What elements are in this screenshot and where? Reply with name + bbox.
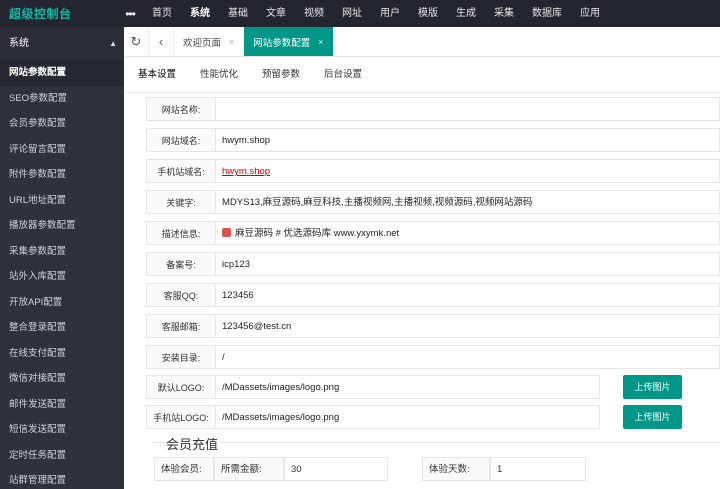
sidebar-item-wechat-config[interactable]: 微信对接配置 <box>0 366 124 392</box>
topnav-template[interactable]: 模版 <box>409 0 447 27</box>
topnav-basic[interactable]: 基础 <box>219 0 257 27</box>
back-icon[interactable]: ‹ <box>148 27 174 56</box>
form-row-site-domain: 网站域名: hwym.shop <box>146 128 720 152</box>
sidebar-item-login-config[interactable]: 整合登录配置 <box>0 315 124 341</box>
tab-admin-settings[interactable]: 后台设置 <box>312 57 374 92</box>
form-row-keywords: 关键字: MDYS13,麻豆源码,麻豆科技,主播视频网,主播视频,视频源码,视频… <box>146 190 720 214</box>
field-label: 关键字: <box>146 190 216 214</box>
trial-member-label: 体验会员: <box>154 457 214 481</box>
field-label: 手机站LOGO: <box>146 405 216 429</box>
install-dir-input[interactable]: / <box>216 345 720 369</box>
top-bar: 超级控制台 ••• 首页 系统 基础 文章 视频 网址 用户 模版 生成 采集 … <box>0 0 720 27</box>
sidebar-item-api-config[interactable]: 开放API配置 <box>0 290 124 316</box>
sidebar-group-label: 系统 <box>9 38 29 49</box>
sidebar: 系统 ▲ 网站参数配置 SEO参数配置 会员参数配置 评论留言配置 附件参数配置… <box>0 27 124 489</box>
more-menu-icon[interactable]: ••• <box>117 7 143 21</box>
trial-days-input[interactable]: 1 <box>490 457 586 481</box>
form-row-mobile-domain: 手机站域名: hwym.shop <box>146 159 720 183</box>
top-nav: 首页 系统 基础 文章 视频 网址 用户 模版 生成 采集 数据库 应用 <box>143 0 609 27</box>
tab-welcome[interactable]: 欢迎页面 × <box>174 27 245 56</box>
close-icon[interactable]: × <box>318 37 323 47</box>
sidebar-item-cron-config[interactable]: 定时任务配置 <box>0 443 124 469</box>
form-row-logo: 默认LOGO: /MDassets/images/logo.png 上传图片 <box>146 375 720 399</box>
field-label: 客服QQ: <box>146 283 216 307</box>
topnav-url[interactable]: 网址 <box>333 0 371 27</box>
emoji-icon <box>222 228 231 237</box>
sidebar-item-attachment-config[interactable]: 附件参数配置 <box>0 162 124 188</box>
field-label: 备案号: <box>146 252 216 276</box>
field-label: 客服邮箱: <box>146 314 216 338</box>
tab-performance[interactable]: 性能优化 <box>188 57 250 92</box>
sidebar-item-player-config[interactable]: 播放器参数配置 <box>0 213 124 239</box>
field-label: 网站域名: <box>146 128 216 152</box>
field-label: 描述信息: <box>146 221 216 245</box>
main-content: 基本设置 性能优化 预留参数 后台设置 网站名称: 网站域名: hwym.sho… <box>124 57 720 489</box>
tab-reserved-params[interactable]: 预留参数 <box>250 57 312 92</box>
form-row-email: 客服邮箱: 123456@test.cn <box>146 314 720 338</box>
upload-logo-button[interactable]: 上传图片 <box>623 375 682 399</box>
topnav-user[interactable]: 用户 <box>371 0 409 27</box>
sidebar-item-url-config[interactable]: URL地址配置 <box>0 188 124 214</box>
sidebar-item-site-config[interactable]: 网站参数配置 <box>0 60 124 86</box>
settings-tabs: 基本设置 性能优化 预留参数 后台设置 <box>124 57 720 93</box>
sidebar-item-member-config[interactable]: 会员参数配置 <box>0 111 124 137</box>
sidebar-item-seo-config[interactable]: SEO参数配置 <box>0 86 124 112</box>
sidebar-item-sitegroup-config[interactable]: 站群管理配置 <box>0 468 124 489</box>
form-row-qq: 客服QQ: 123456 <box>146 283 720 307</box>
sidebar-item-email-config[interactable]: 邮件发送配置 <box>0 392 124 418</box>
app-logo[interactable]: 超级控制台 <box>0 5 117 22</box>
refresh-icon[interactable]: ↻ <box>124 27 148 56</box>
tab-basic-settings[interactable]: 基本设置 <box>126 57 188 92</box>
sidebar-item-sms-config[interactable]: 短信发送配置 <box>0 417 124 443</box>
field-label: 默认LOGO: <box>146 375 216 399</box>
topnav-article[interactable]: 文章 <box>257 0 295 27</box>
form-row-description: 描述信息: 麻豆源码 # 优选源码库 www.yxymk.net <box>146 221 720 245</box>
field-label: 手机站域名: <box>146 159 216 183</box>
sidebar-item-import-config[interactable]: 站外入库配置 <box>0 264 124 290</box>
icp-input[interactable]: icp123 <box>216 252 720 276</box>
field-label: 安装目录: <box>146 345 216 369</box>
description-value: 麻豆源码 # 优选源码库 www.yxymk.net <box>235 228 400 239</box>
topnav-video[interactable]: 视频 <box>295 0 333 27</box>
topnav-apps[interactable]: 应用 <box>571 0 609 27</box>
close-icon[interactable]: × <box>229 37 234 47</box>
trial-days-label: 体验天数: <box>422 457 490 481</box>
topnav-home[interactable]: 首页 <box>143 0 181 27</box>
mobile-logo-input[interactable]: /MDassets/images/logo.png <box>216 405 600 429</box>
logo-input[interactable]: /MDassets/images/logo.png <box>216 375 600 399</box>
topnav-system[interactable]: 系统 <box>181 0 219 27</box>
topnav-database[interactable]: 数据库 <box>523 0 571 27</box>
form-row-icp: 备案号: icp123 <box>146 252 720 276</box>
description-input[interactable]: 麻豆源码 # 优选源码库 www.yxymk.net <box>216 221 720 245</box>
topnav-generate[interactable]: 生成 <box>447 0 485 27</box>
sidebar-item-collect-config[interactable]: 采集参数配置 <box>0 239 124 265</box>
site-domain-input[interactable]: hwym.shop <box>216 128 720 152</box>
sidebar-group-system[interactable]: 系统 ▲ <box>0 27 124 60</box>
tab-label: 网站参数配置 <box>253 37 311 49</box>
tab-bar: ↻ ‹ 欢迎页面 × 网站参数配置 × <box>124 27 720 57</box>
sidebar-item-payment-config[interactable]: 在线支付配置 <box>0 341 124 367</box>
form-row-site-name: 网站名称: <box>146 97 720 121</box>
form-row-mobile-logo: 手机站LOGO: /MDassets/images/logo.png 上传图片 <box>146 405 720 429</box>
amount-input[interactable]: 30 <box>284 457 388 481</box>
amount-label: 所需金额: <box>214 457 284 481</box>
collapse-triangle-icon[interactable]: ▲ <box>109 27 117 60</box>
topnav-collect[interactable]: 采集 <box>485 0 523 27</box>
mobile-domain-value: hwym.shop <box>222 166 271 177</box>
vip-section-title: 会员充值 <box>164 434 221 453</box>
form-row-install-dir: 安装目录: / <box>146 345 720 369</box>
upload-mobile-logo-button[interactable]: 上传图片 <box>623 405 682 429</box>
keywords-input[interactable]: MDYS13,麻豆源码,麻豆科技,主播视频网,主播视频,视频源码,视频网站源码 <box>216 190 720 214</box>
field-label: 网站名称: <box>146 97 216 121</box>
tab-label: 欢迎页面 <box>183 37 222 49</box>
mobile-domain-input[interactable]: hwym.shop <box>216 159 720 183</box>
email-input[interactable]: 123456@test.cn <box>216 314 720 338</box>
fieldset-divider <box>152 442 720 443</box>
qq-input[interactable]: 123456 <box>216 283 720 307</box>
site-name-input[interactable] <box>216 97 720 121</box>
sidebar-item-comment-config[interactable]: 评论留言配置 <box>0 137 124 163</box>
tab-site-config[interactable]: 网站参数配置 × <box>244 27 334 56</box>
